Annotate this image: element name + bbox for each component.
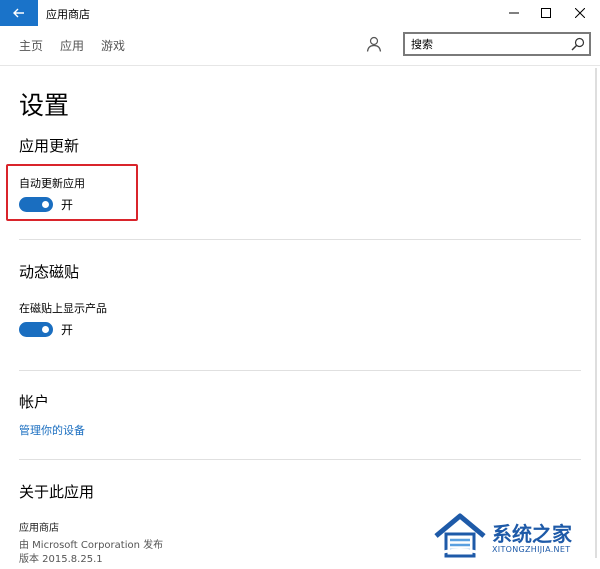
minimize-icon	[509, 12, 519, 14]
watermark-url: XITONGZHIJIA.NET	[492, 545, 571, 554]
watermark: 系统之家 XITONGZHIJIA.NET	[430, 508, 598, 566]
show-products-toggle-state: 开	[61, 323, 74, 337]
section-title-about: 关于此应用	[19, 483, 95, 501]
minimize-button[interactable]	[498, 0, 530, 26]
house-logo-icon	[431, 513, 489, 558]
about-publisher: 由 Microsoft Corporation 发布	[19, 540, 164, 551]
nav-apps[interactable]: 应用	[60, 37, 84, 54]
nav-home[interactable]: 主页	[19, 37, 43, 54]
toggle-knob	[42, 326, 49, 333]
maximize-button[interactable]	[530, 0, 562, 26]
watermark-text: 系统之家	[492, 522, 572, 546]
section-divider	[19, 370, 581, 371]
section-title-tiles: 动态磁贴	[19, 263, 80, 281]
header-divider	[0, 65, 600, 66]
about-app-name: 应用商店	[19, 523, 59, 534]
show-products-toggle[interactable]	[19, 322, 53, 337]
section-divider	[19, 459, 581, 460]
section-title-account: 帐户	[19, 393, 50, 411]
user-icon[interactable]	[366, 36, 382, 52]
about-version: 版本 2015.8.25.1	[19, 554, 103, 565]
nav-games[interactable]: 游戏	[101, 37, 125, 54]
manage-devices-link[interactable]: 管理你的设备	[19, 422, 85, 438]
search-input[interactable]	[411, 36, 561, 52]
window-title: 应用商店	[46, 8, 90, 21]
maximize-icon	[541, 8, 551, 18]
scrollbar[interactable]	[595, 68, 597, 558]
search-box[interactable]	[403, 32, 591, 56]
page-title: 设置	[19, 91, 70, 120]
close-icon	[575, 8, 585, 18]
highlight-box	[6, 164, 138, 221]
section-divider	[19, 239, 581, 240]
back-button[interactable]	[0, 0, 38, 26]
search-icon[interactable]	[571, 37, 585, 51]
section-title-updates: 应用更新	[19, 137, 80, 155]
title-bar: 应用商店	[0, 0, 600, 26]
back-arrow-icon	[13, 8, 24, 18]
show-products-label: 在磁贴上显示产品	[19, 302, 107, 315]
close-button[interactable]	[564, 0, 596, 26]
